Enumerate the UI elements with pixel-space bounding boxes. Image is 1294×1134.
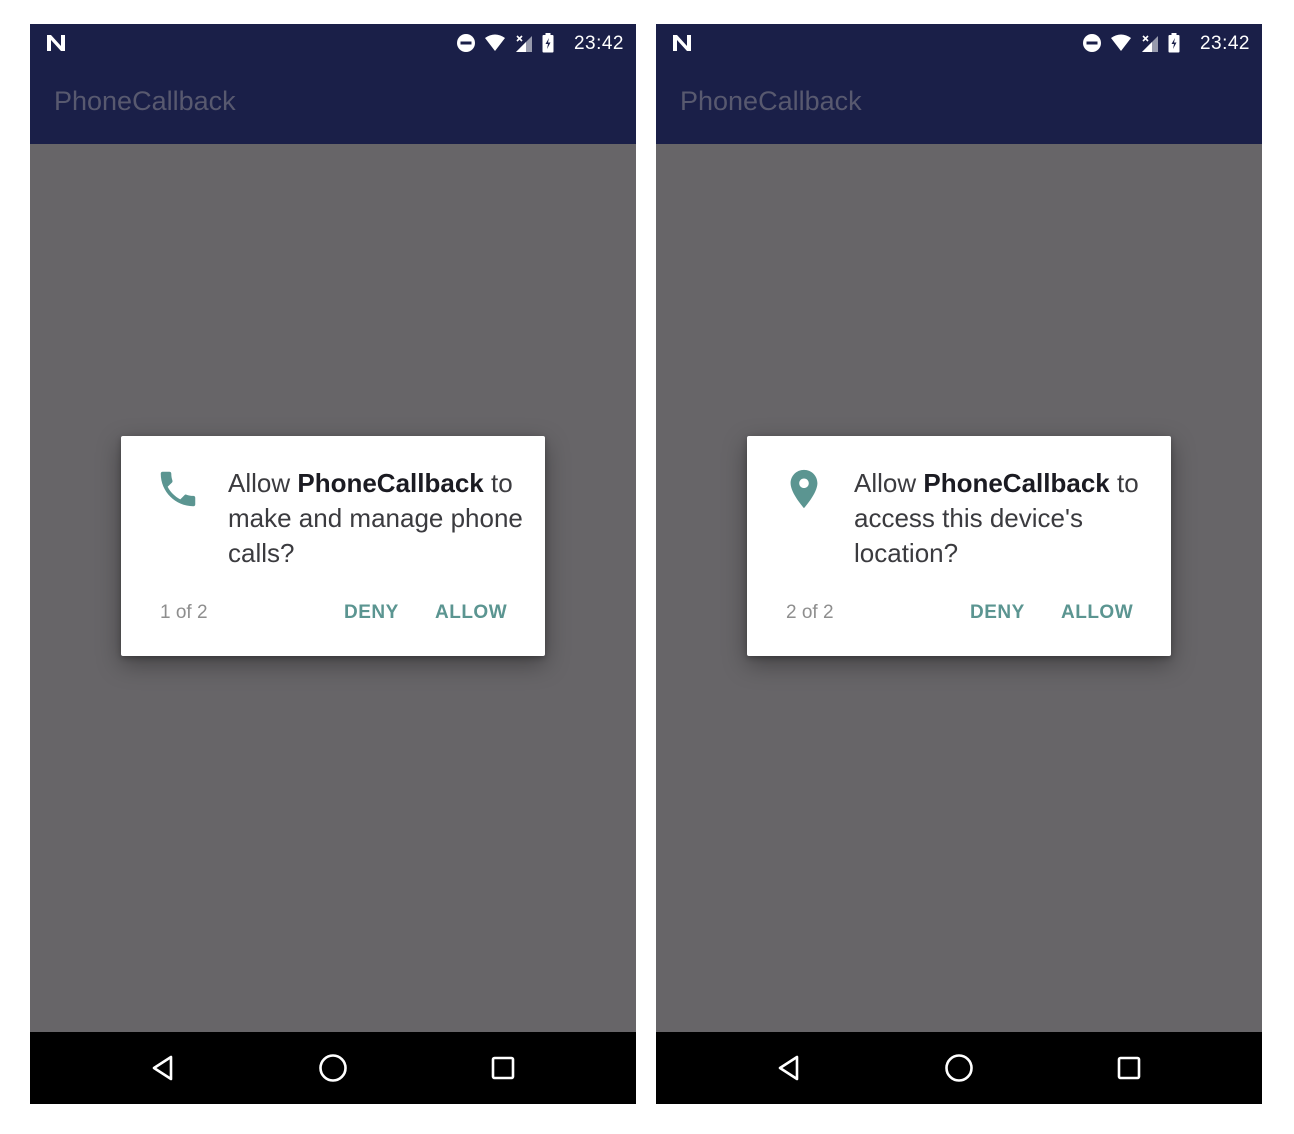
notification-n-icon xyxy=(673,35,691,51)
back-icon[interactable] xyxy=(146,1050,182,1086)
status-clock: 23:42 xyxy=(1199,33,1250,54)
wifi-icon xyxy=(1111,34,1131,51)
dialog-message: Allow PhoneCallback to make and manage p… xyxy=(228,466,528,571)
app-title: PhoneCallback xyxy=(54,86,236,116)
cellular-signal-icon xyxy=(1142,35,1158,52)
message-app-name: PhoneCallback xyxy=(923,468,1110,498)
phone-screen-left: 23:42 PhoneCallback Allow PhoneCallback … xyxy=(30,24,636,1104)
home-icon[interactable] xyxy=(941,1050,977,1086)
cellular-signal-icon xyxy=(516,35,532,52)
do-not-disturb-icon xyxy=(1083,34,1101,52)
notification-n-icon xyxy=(47,35,65,51)
recent-apps-icon[interactable] xyxy=(1111,1050,1147,1086)
home-icon[interactable] xyxy=(315,1050,351,1086)
do-not-disturb-icon xyxy=(457,34,475,52)
back-icon[interactable] xyxy=(772,1050,808,1086)
wifi-icon xyxy=(485,34,505,51)
battery-charging-icon xyxy=(1168,33,1180,53)
location-pin-icon xyxy=(790,469,818,509)
battery-charging-icon xyxy=(542,33,554,53)
dialog-message: Allow PhoneCallback to access this devic… xyxy=(854,466,1154,571)
dialog-counter: 2 of 2 xyxy=(786,602,834,623)
recent-apps-icon[interactable] xyxy=(485,1050,521,1086)
phone-screen-right: 23:42 PhoneCallback Allow PhoneCallback … xyxy=(656,24,1262,1104)
allow-button[interactable]: ALLOW xyxy=(435,602,507,624)
app-bar: PhoneCallback xyxy=(656,64,1262,144)
permission-dialog: Allow PhoneCallback to make and manage p… xyxy=(121,436,545,656)
deny-button[interactable]: DENY xyxy=(970,602,1025,624)
permission-dialog: Allow PhoneCallback to access this devic… xyxy=(747,436,1171,656)
app-bar: PhoneCallback xyxy=(30,64,636,144)
navigation-bar xyxy=(656,1032,1262,1104)
allow-button[interactable]: ALLOW xyxy=(1061,602,1133,624)
status-bar: 23:42 xyxy=(30,24,636,64)
navigation-bar xyxy=(30,1032,636,1104)
status-bar: 23:42 xyxy=(656,24,1262,64)
status-clock: 23:42 xyxy=(573,33,624,54)
deny-button[interactable]: DENY xyxy=(344,602,399,624)
message-app-name: PhoneCallback xyxy=(297,468,484,498)
dialog-counter: 1 of 2 xyxy=(160,602,208,623)
message-prefix: Allow xyxy=(228,468,298,498)
message-prefix: Allow xyxy=(854,468,924,498)
phone-icon xyxy=(160,471,196,507)
app-title: PhoneCallback xyxy=(680,86,862,116)
